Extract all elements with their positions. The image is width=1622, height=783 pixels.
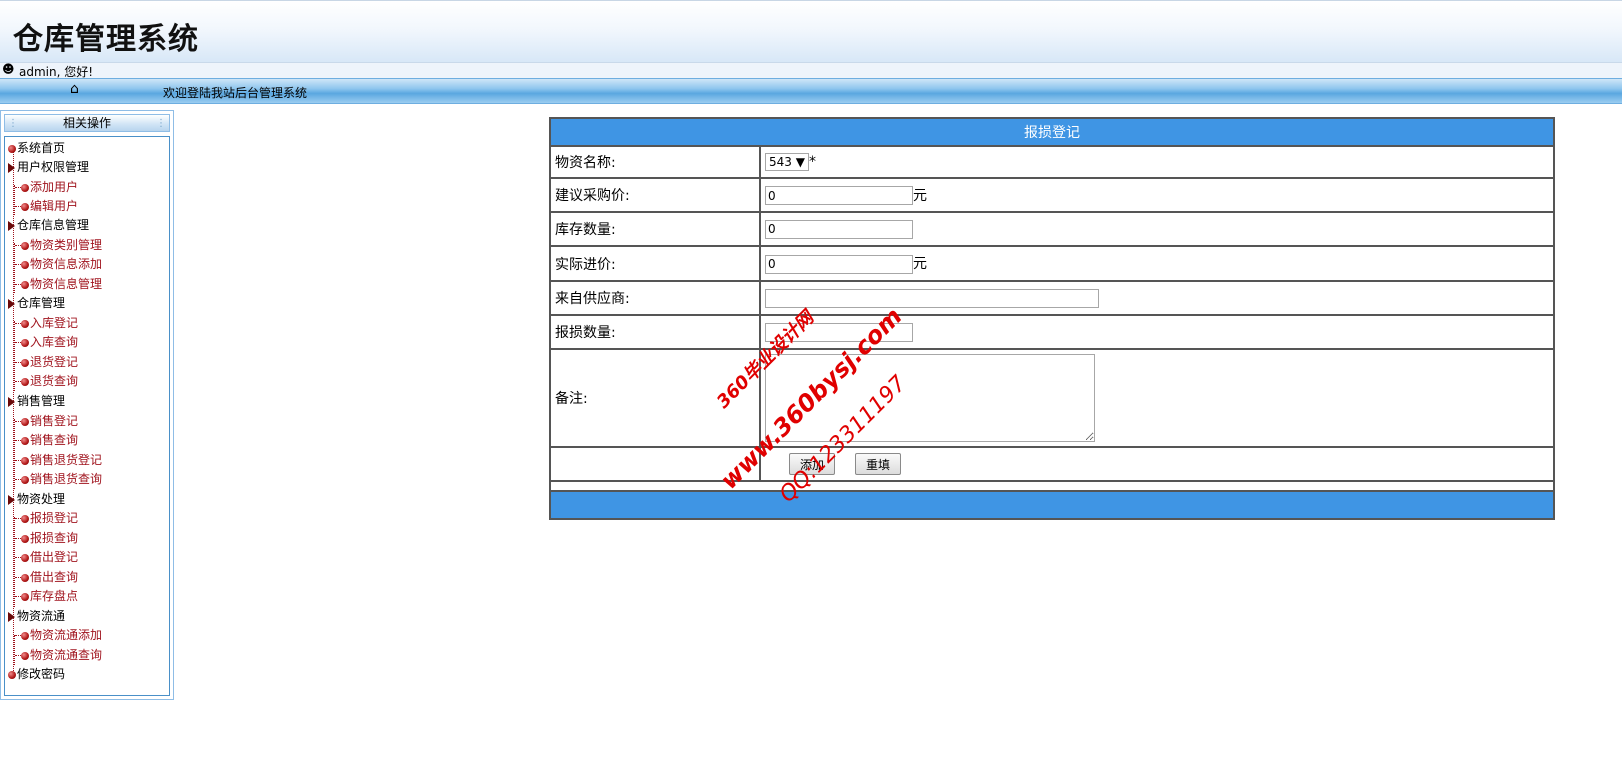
bullet-icon (8, 670, 16, 679)
loss-qty-input[interactable] (765, 322, 913, 342)
unit-label: 元 (913, 187, 927, 204)
sidebar-item-flow-add[interactable]: 物资流通添加 (15, 625, 102, 645)
user-bar: ☻ admin, 您好! (0, 62, 1622, 79)
bullet-icon (21, 319, 29, 328)
stock-qty-input[interactable] (765, 219, 913, 239)
supplier-input[interactable] (765, 288, 1099, 308)
sidebar-item-sales-query[interactable]: 销售查询 (15, 430, 78, 450)
grip-icon: ⋮ (156, 118, 166, 129)
welcome-text: 欢迎登陆我站后台管理系统 (163, 86, 308, 100)
sidebar-item-return-register[interactable]: 退货登记 (15, 352, 78, 372)
sidebar-item-warehouse-manage[interactable]: 仓库管理 (8, 293, 65, 313)
reset-button[interactable]: 重填 (855, 453, 902, 475)
sidebar-item-home[interactable]: 系统首页 (8, 138, 65, 158)
bullet-icon (21, 651, 29, 660)
app-title: 仓库管理系统 (13, 22, 199, 57)
sidebar-item-material-flow[interactable]: 物资流通 (8, 606, 65, 626)
bullet-icon (21, 183, 29, 192)
bullet-icon (21, 592, 29, 601)
sidebar-item-flow-query[interactable]: 物资流通查询 (15, 645, 102, 665)
sidebar-item-loss-query[interactable]: 报损查询 (15, 528, 78, 548)
folder-arrow-icon (8, 220, 15, 231)
bullet-icon (21, 514, 29, 523)
home-icon[interactable]: ⌂ (70, 81, 79, 97)
sidebar-item-lend-register[interactable]: 借出登记 (15, 547, 78, 567)
sidebar-item-stock-check[interactable]: 库存盘点 (15, 586, 78, 606)
sidebar-item-change-password[interactable]: 修改密码 (8, 664, 65, 684)
app-header: 仓库管理系统 (0, 0, 1622, 63)
bullet-icon (21, 241, 29, 250)
suggest-price-input[interactable] (765, 186, 913, 206)
sidebar-item-sales-return-query[interactable]: 销售退货查询 (15, 469, 102, 489)
folder-arrow-icon (8, 494, 15, 505)
required-mark: * (808, 154, 816, 170)
folder-arrow-icon (8, 298, 15, 309)
suggest-price-label: 建议采购价: (549, 177, 761, 213)
chevron-down-icon: ▼ (795, 155, 805, 169)
sidebar-title: 相关操作 (62, 116, 111, 130)
supplier-label: 来自供应商: (549, 280, 761, 316)
sidebar-item-inbound-query[interactable]: 入库查询 (15, 332, 78, 352)
bullet-icon (8, 144, 16, 153)
bullet-icon (21, 631, 29, 640)
remark-label: 备注: (549, 348, 761, 448)
nav-bar: ⌂ 欢迎登陆我站后台管理系统 (0, 78, 1622, 104)
sidebar-item-material-manage[interactable]: 物资信息管理 (15, 274, 102, 294)
grip-icon: ⋮ (8, 118, 18, 129)
bullet-icon (21, 202, 29, 211)
form-footer-bar (549, 490, 1555, 520)
bullet-icon (21, 280, 29, 289)
sidebar-item-material-add[interactable]: 物资信息添加 (15, 254, 102, 274)
button-row-spacer (549, 446, 761, 482)
sidebar-item-inbound-register[interactable]: 入库登记 (15, 313, 78, 333)
bullet-icon (21, 573, 29, 582)
sidebar-item-loss-register[interactable]: 报损登记 (15, 508, 78, 528)
folder-arrow-icon (8, 396, 15, 407)
sidebar-tree: 系统首页 用户权限管理 添加用户 编辑用户 仓库信息管理 物资类别管理 物资信息… (4, 136, 170, 696)
bullet-icon (21, 475, 29, 484)
folder-arrow-icon (8, 162, 15, 173)
user-icon: ☻ (2, 62, 15, 76)
bullet-icon (21, 338, 29, 347)
loss-qty-label: 报损数量: (549, 314, 761, 350)
sidebar-item-lend-query[interactable]: 借出查询 (15, 567, 78, 587)
bullet-icon (21, 456, 29, 465)
remark-textarea[interactable] (765, 354, 1095, 442)
sidebar-item-warehouse-info[interactable]: 仓库信息管理 (8, 215, 89, 235)
sidebar-item-user-permission[interactable]: 用户权限管理 (8, 157, 89, 177)
sidebar: ⋮ 相关操作 ⋮ 系统首页 用户权限管理 添加用户 编辑用户 仓库信息管理 物资… (0, 110, 174, 700)
sidebar-item-material-category[interactable]: 物资类别管理 (15, 235, 102, 255)
sidebar-item-edit-user[interactable]: 编辑用户 (15, 196, 78, 216)
folder-arrow-icon (8, 611, 15, 622)
form-title: 报损登记 (549, 117, 1555, 147)
bullet-icon (21, 358, 29, 367)
sidebar-title-bar: ⋮ 相关操作 ⋮ (4, 114, 170, 132)
bullet-icon (21, 260, 29, 269)
sidebar-item-return-query[interactable]: 退货查询 (15, 371, 78, 391)
bullet-icon (21, 417, 29, 426)
bullet-icon (21, 553, 29, 562)
material-name-select[interactable]: 543 ▼ (765, 153, 809, 171)
bullet-icon (21, 436, 29, 445)
sidebar-item-sales-manage[interactable]: 销售管理 (8, 391, 65, 411)
material-name-label: 物资名称: (549, 145, 761, 179)
bullet-icon (21, 534, 29, 543)
sidebar-item-material-processing[interactable]: 物资处理 (8, 489, 65, 509)
sidebar-item-add-user[interactable]: 添加用户 (15, 177, 78, 197)
spacer-row (549, 480, 1555, 492)
sidebar-item-sales-register[interactable]: 销售登记 (15, 411, 78, 431)
bullet-icon (21, 377, 29, 386)
actual-price-input[interactable] (765, 254, 913, 274)
stock-qty-label: 库存数量: (549, 211, 761, 247)
unit-label: 元 (913, 256, 927, 273)
loss-register-form: 报损登记 物资名称: 543 ▼* 建议采购价: 元 库存数量: 实际进价: 元… (549, 117, 1555, 520)
add-button[interactable]: 添加 (789, 453, 836, 475)
sidebar-item-sales-return-register[interactable]: 销售退货登记 (15, 450, 102, 470)
actual-price-label: 实际进价: (549, 245, 761, 282)
